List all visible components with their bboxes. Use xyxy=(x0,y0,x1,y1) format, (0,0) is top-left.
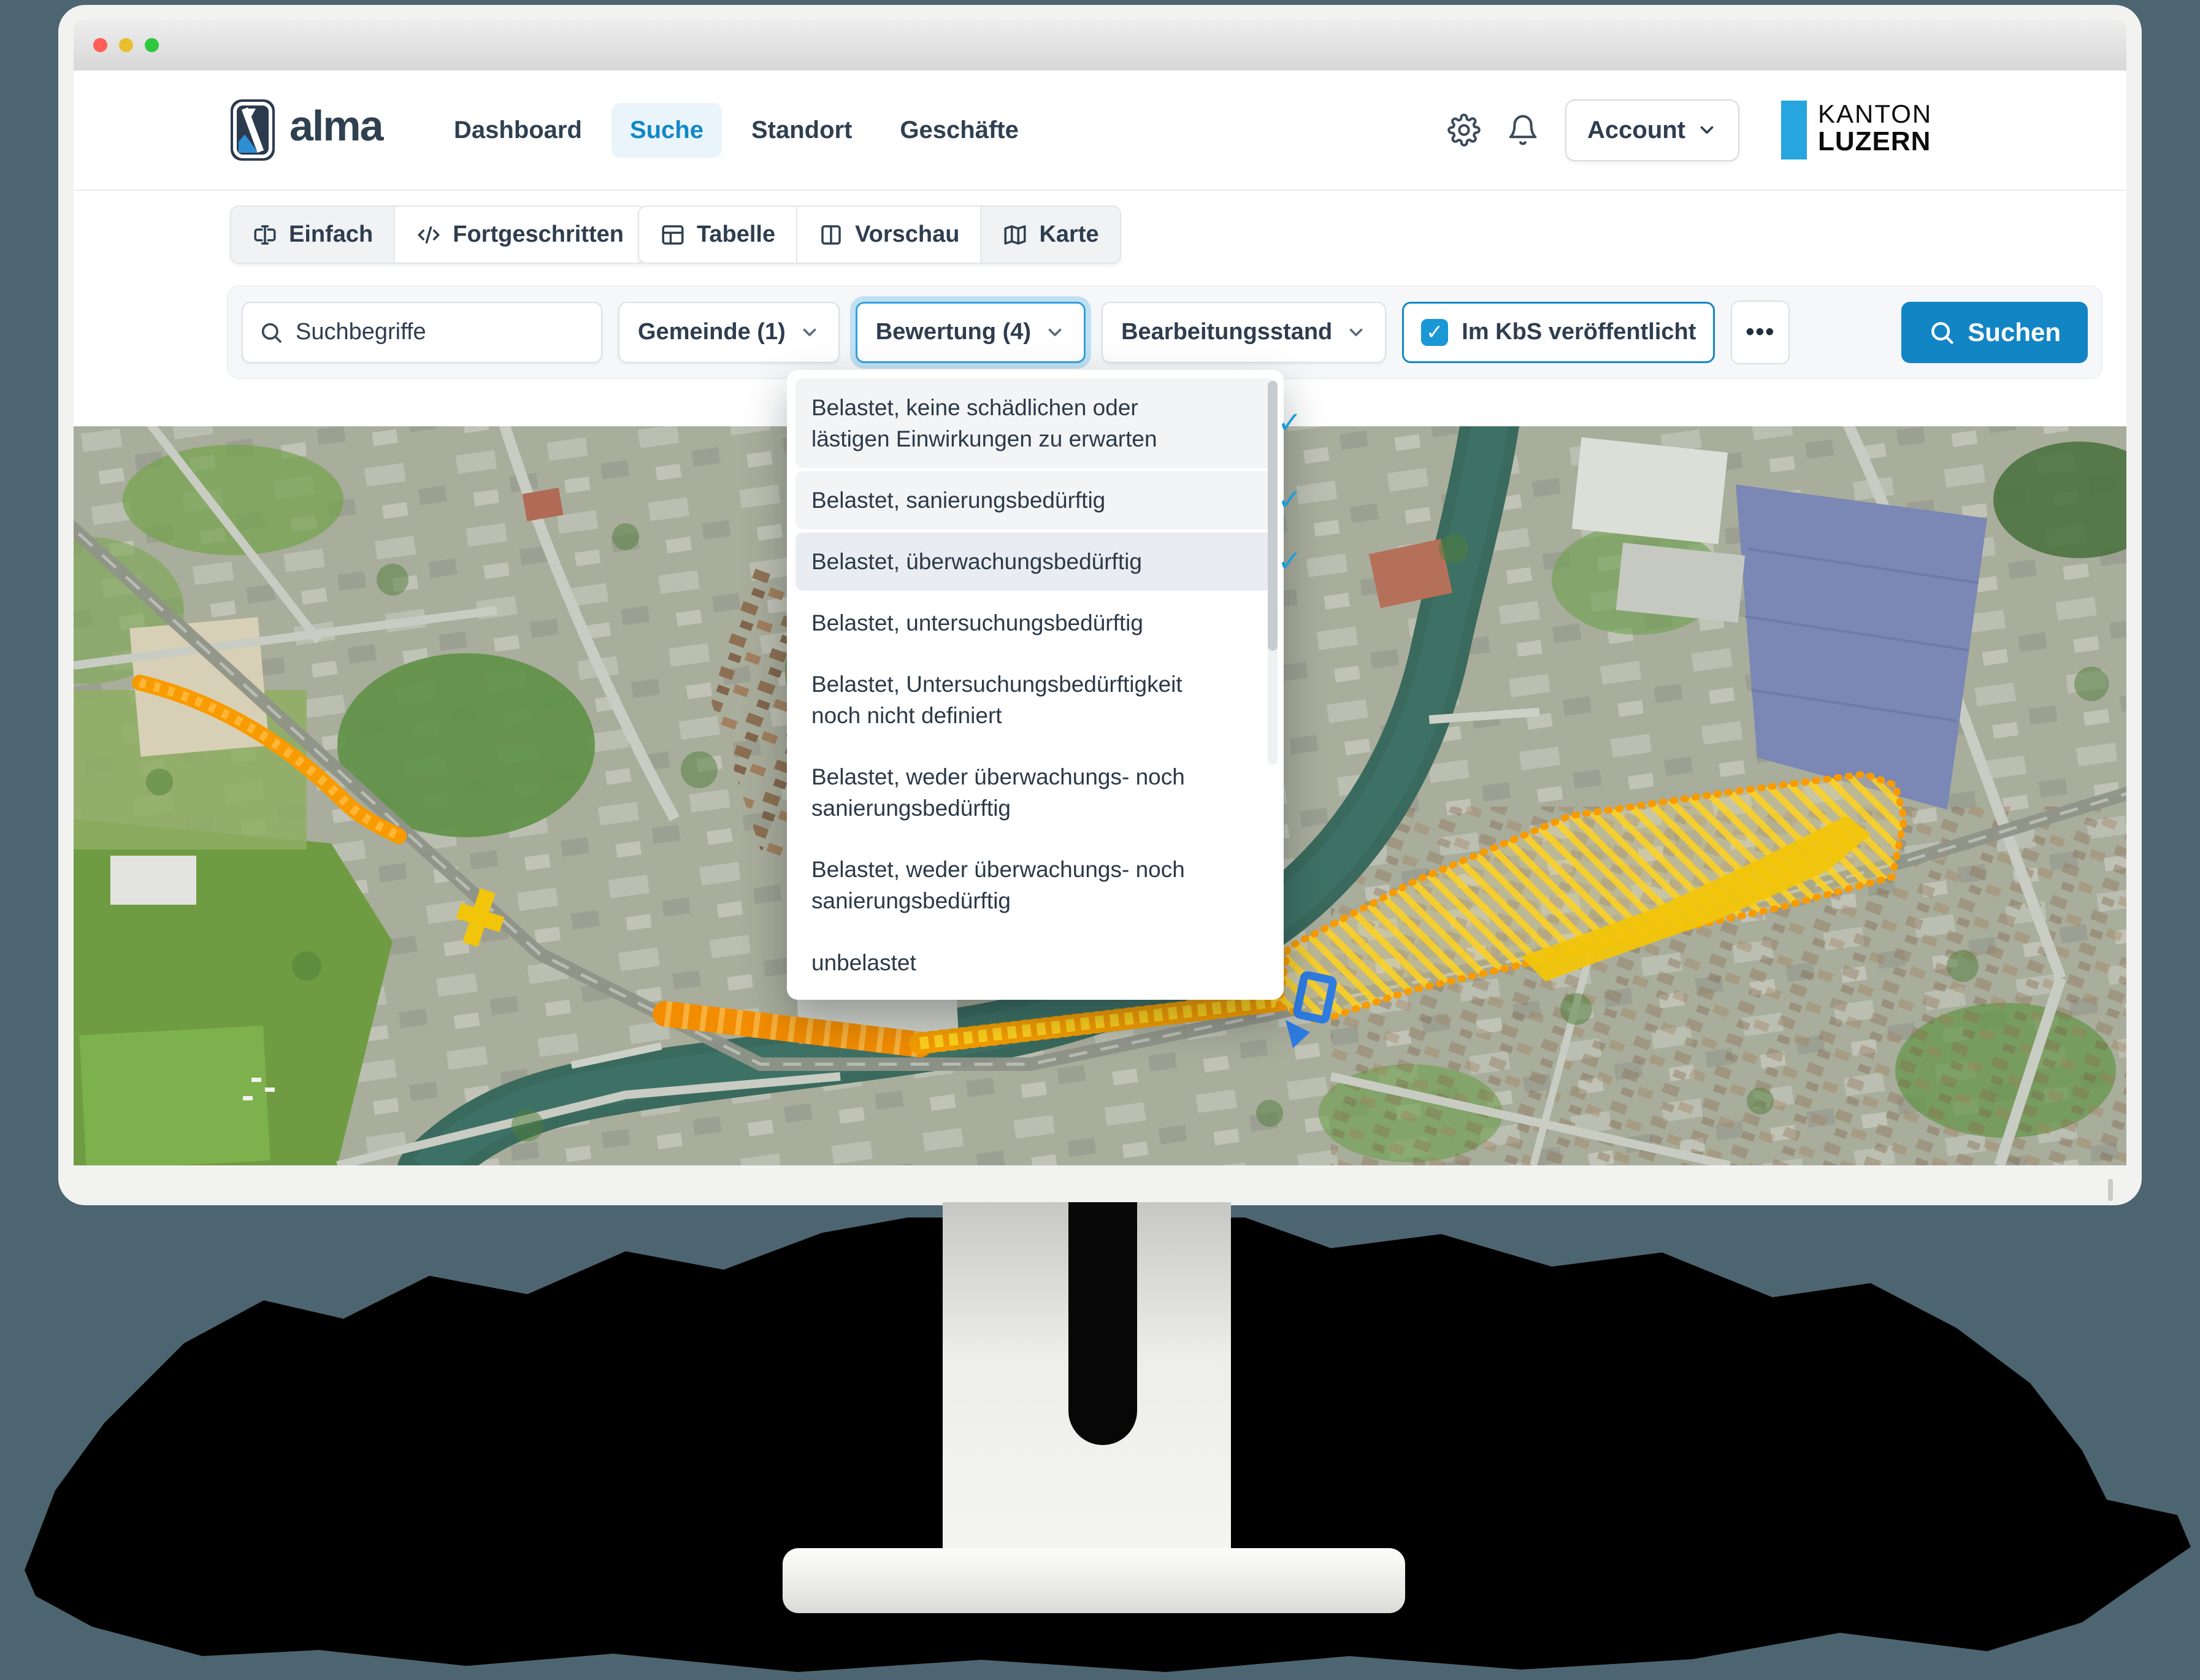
search-input[interactable] xyxy=(294,318,585,346)
view-tabelle-label: Tabelle xyxy=(697,221,775,248)
filter-gemeinde[interactable]: Gemeinde (1) xyxy=(618,302,840,363)
input-cursor-icon xyxy=(252,222,278,248)
option-label: Belastet, keine schädlichen oder lästige… xyxy=(811,395,1157,451)
dropdown-scrollbar-thumb[interactable] xyxy=(1268,381,1278,651)
option-label: Belastet, weder überwachungs- noch sanie… xyxy=(811,857,1185,913)
code-icon xyxy=(416,222,442,248)
chevron-down-icon xyxy=(1696,120,1717,140)
chevron-down-icon xyxy=(799,322,820,343)
nav-standort[interactable]: Standort xyxy=(733,103,870,158)
view-tabelle-button[interactable]: Tabelle xyxy=(639,207,797,263)
view-karte-label: Karte xyxy=(1039,221,1098,248)
bewertung-dropdown-panel: Belastet, keine schädlichen oder lästige… xyxy=(787,370,1284,1000)
mode-button-group: Einfach Fortgeschritten xyxy=(230,205,646,264)
dropdown-option[interactable]: unbelastet xyxy=(795,934,1275,992)
window-titlebar xyxy=(74,20,2126,71)
filter-bearbeitungsstand[interactable]: Bearbeitungsstand xyxy=(1102,302,1386,363)
mode-fortgeschritten-button[interactable]: Fortgeschritten xyxy=(395,207,645,263)
option-label: Belastet, weder überwachungs- noch sanie… xyxy=(811,764,1185,821)
option-label: unbelastet xyxy=(811,950,916,975)
dropdown-option[interactable]: Belastet, sanierungsbedürftig ✓ xyxy=(795,471,1275,529)
kanton-luzern-logo: KANTON LUZERN xyxy=(1781,101,1932,159)
browser-window: alma Dashboard Suche Standort Geschäfte xyxy=(74,20,2126,1165)
filter-bewertung[interactable]: Bewertung (4) xyxy=(856,302,1086,363)
nav-geschaefte[interactable]: Geschäfte xyxy=(881,103,1037,158)
dropdown-option[interactable]: Belastet, weder überwachungs- noch sanie… xyxy=(795,840,1275,930)
check-icon: ✓ xyxy=(1278,480,1302,520)
checkbox-checked-icon: ✓ xyxy=(1421,319,1448,346)
notifications-button[interactable] xyxy=(1506,113,1539,147)
page: { "window": { "traffic_lights": ["close"… xyxy=(0,0,2200,1680)
filter-kbs-checkbox[interactable]: ✓ Im KbS veröffentlicht xyxy=(1402,302,1715,363)
view-karte-button[interactable]: Karte xyxy=(981,207,1119,263)
view-button-group: Tabelle Vorschau Karte xyxy=(638,205,1121,264)
account-label: Account xyxy=(1587,117,1685,144)
monitor-stand-slot xyxy=(1068,1202,1137,1445)
ellipsis-icon: ••• xyxy=(1746,318,1775,346)
dropdown-option[interactable]: Belastet, überwachungsbedürftig ✓ xyxy=(795,532,1275,591)
check-icon: ✓ xyxy=(1278,403,1302,443)
dropdown-option[interactable]: Belastet, keine schädlichen oder lästige… xyxy=(795,378,1275,468)
bell-icon xyxy=(1506,113,1539,147)
gear-icon xyxy=(1447,113,1481,147)
dropdown-option[interactable]: Belastet, untersuchungsbedürftig xyxy=(795,594,1275,652)
mode-fortgeschritten-label: Fortgeschritten xyxy=(453,221,624,248)
nav-dashboard[interactable]: Dashboard xyxy=(435,103,600,158)
option-label: Belastet, sanierungsbedürftig xyxy=(811,488,1105,513)
check-icon: ✓ xyxy=(1278,542,1302,582)
minimize-window-button[interactable] xyxy=(119,38,133,52)
mode-einfach-button[interactable]: Einfach xyxy=(231,207,395,263)
kanton-logo-bar xyxy=(1781,101,1807,159)
monitor-power-button[interactable] xyxy=(2108,1179,2113,1201)
dropdown-scrollbar[interactable] xyxy=(1268,380,1278,765)
dropdown-option[interactable]: Belastet, weder überwachungs- noch sanie… xyxy=(795,748,1275,837)
filter-bearbeitungsstand-label: Bearbeitungsstand xyxy=(1121,319,1332,345)
alma-logo-icon xyxy=(230,99,275,161)
columns-icon xyxy=(818,222,844,248)
header-actions: Account KANTON LUZERN xyxy=(1447,71,2126,190)
chevron-down-icon xyxy=(1044,322,1065,343)
brand-wordmark: alma xyxy=(289,101,383,150)
settings-button[interactable] xyxy=(1447,113,1481,147)
monitor-stand-base xyxy=(783,1548,1405,1613)
view-toolbar: Einfach Fortgeschritten Tabelle Vorsc xyxy=(74,191,2126,264)
option-label: Belastet, überwachungsbedürftig xyxy=(811,549,1142,574)
option-label: Belastet, untersuchungsbedürftig xyxy=(811,610,1143,635)
kanton-logo-line1: KANTON xyxy=(1818,101,1932,128)
chevron-down-icon xyxy=(1346,322,1366,343)
nav-suche[interactable]: Suche xyxy=(611,103,722,158)
app-header: alma Dashboard Suche Standort Geschäfte xyxy=(74,71,2126,191)
dropdown-option[interactable]: Belastet, Untersuchungsbedürftigkeit noc… xyxy=(795,655,1275,745)
close-window-button[interactable] xyxy=(93,38,107,52)
option-label: Belastet, Untersuchungsbedürftigkeit noc… xyxy=(811,672,1182,728)
search-field[interactable] xyxy=(242,302,602,363)
map-icon xyxy=(1002,222,1028,248)
zoom-window-button[interactable] xyxy=(145,38,159,52)
mode-einfach-label: Einfach xyxy=(289,221,373,248)
suchen-label: Suchen xyxy=(1968,318,2061,347)
filter-gemeinde-label: Gemeinde (1) xyxy=(638,319,786,345)
search-icon xyxy=(259,320,283,345)
kanton-logo-line2: LUZERN xyxy=(1818,128,1932,156)
account-menu-button[interactable]: Account xyxy=(1565,99,1739,161)
main-nav: Dashboard Suche Standort Geschäfte xyxy=(435,71,1037,190)
view-vorschau-label: Vorschau xyxy=(855,221,959,248)
search-filter-bar: Gemeinde (1) Bewertung (4) Bearbeitungss… xyxy=(227,285,2102,379)
filter-bewertung-label: Bewertung (4) xyxy=(876,319,1031,345)
table-icon xyxy=(660,222,686,248)
suchen-button[interactable]: Suchen xyxy=(1901,302,2088,363)
search-icon xyxy=(1928,319,1955,346)
view-vorschau-button[interactable]: Vorschau xyxy=(797,207,981,263)
more-filters-button[interactable]: ••• xyxy=(1731,301,1790,364)
filter-kbs-label: Im KbS veröffentlicht xyxy=(1462,319,1696,345)
